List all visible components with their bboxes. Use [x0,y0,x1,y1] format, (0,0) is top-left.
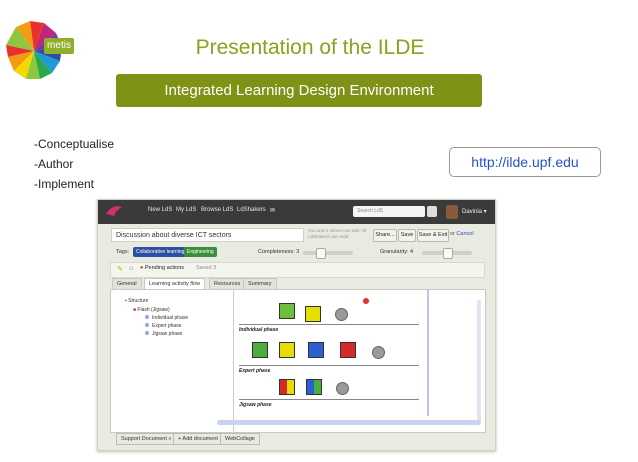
jigsaw-piece[interactable] [252,342,268,358]
end-node[interactable] [372,346,385,359]
share-button[interactable]: Share... [373,229,397,242]
tree-phase-label: Expert phase [152,323,182,329]
ilde-url-link[interactable]: http://ilde.upf.edu [449,147,601,177]
bullet-item: -Implement [34,177,95,191]
pattern-icon: ■ [133,307,137,313]
phase-icon [145,323,149,327]
bullet-list: -Conceptualise -Author -Implement [34,134,114,194]
jigsaw-piece[interactable] [305,306,321,322]
structure-tree: ▪ Structure ■ Flash (Jigsaw) Individual … [111,290,234,432]
bullet-item: -Author [34,157,74,171]
tree-item-structure[interactable]: ▪ Structure [125,298,148,304]
nav-ldshakers[interactable]: LdShakers [237,207,266,213]
phase-icon [145,315,149,319]
granularity-value: 4 [409,249,414,255]
ilde-logo-icon[interactable] [104,204,124,218]
tree-root-label: Structure [128,298,149,304]
alert-icon: ● [140,265,144,271]
search-input[interactable]: Search LdS [353,206,425,217]
tree-item-phase[interactable]: Expert phase [145,323,181,329]
logo-text: metis [44,38,74,54]
completeness-label: Completeness: 3 [258,249,299,255]
pending-actions-label: Pending actions [144,265,184,271]
tags-label: Tags: [116,249,130,255]
edit-permissions-note: You and 2 others can edit. All LdShakers… [308,228,367,239]
lane-label-expert: Expert phase [239,368,271,374]
search-icon[interactable] [427,206,437,217]
or-text: or [450,231,455,237]
tree-item-phase[interactable]: Jigsaw phase [145,331,182,337]
bullet-item: -Conceptualise [34,137,115,151]
horizontal-scrollbar[interactable] [217,420,481,425]
support-document-button[interactable]: Support Document » [116,433,177,445]
granularity-text: Granularity: [380,249,409,255]
granularity-slider-handle[interactable] [443,248,453,259]
tree-item-phase[interactable]: Individual phase [145,315,188,321]
lds-title-field[interactable]: Discussion about diverse ICT sectors [111,228,304,242]
tag-collaborative-learning[interactable]: Collaborative learning [133,247,188,257]
lane-line [239,324,419,325]
cancel-link[interactable]: Cancel [456,231,473,237]
user-menu[interactable]: Davinia ▾ [462,208,487,215]
delete-icon[interactable] [363,298,369,304]
webcollage-button[interactable]: WebCollage [220,433,260,445]
tag-icon[interactable]: ⌂ [129,265,133,272]
cancel-group: or Cancel [450,231,474,237]
pending-actions[interactable]: ● Pending actions [140,265,184,271]
phase-icon [145,331,149,335]
lane-label-jigsaw: Jigsaw phase [239,402,272,408]
user-name: Davinia [462,209,483,215]
design-workspace: ▪ Structure ■ Flash (Jigsaw) Individual … [110,289,486,433]
avatar[interactable] [446,205,458,219]
completeness-value: 3 [296,249,300,255]
jigsaw-piece[interactable] [279,342,295,358]
end-node[interactable] [335,308,348,321]
nav-new-lds[interactable]: New LdS [148,207,172,213]
lane-line [239,399,419,400]
completeness-text: Completeness: [258,249,295,255]
jigsaw-piece[interactable] [308,342,324,358]
tree-item-flash-jigsaw[interactable]: ■ Flash (Jigsaw) [133,307,170,313]
pencil-icon[interactable]: ✎ [117,265,123,273]
end-node[interactable] [336,382,349,395]
activity-flow-canvas[interactable]: Individual phase Expert phase Jigsaw pha… [234,290,484,432]
add-document-button[interactable]: + Add document [173,433,223,445]
jigsaw-piece[interactable] [279,303,295,319]
slide-subtitle: Integrated Learning Design Environment [116,74,482,107]
jigsaw-piece[interactable] [306,379,322,395]
jigsaw-piece[interactable] [340,342,356,358]
nav-my-lds[interactable]: My LdS [176,207,196,213]
completeness-slider-handle[interactable] [316,248,326,259]
lane-line [239,365,419,366]
jigsaw-piece[interactable] [279,379,295,395]
save-exit-button[interactable]: Save & Exit [417,229,449,242]
slide-title: Presentation of the ILDE [195,36,425,59]
save-button[interactable]: Save [398,229,416,242]
mail-icon[interactable]: ✉ [270,207,275,214]
canvas-divider [427,290,429,416]
tree-phase-label: Individual phase [152,315,189,321]
nav-browse-lds[interactable]: Browse LdS [201,207,233,213]
lane-label-individual: Individual phase [239,327,279,333]
ilde-app-window: New LdS My LdS Browse LdS LdShakers ✉ Se… [97,199,496,451]
completeness-slider[interactable] [303,251,353,255]
granularity-label: Granularity: 4 [380,249,413,255]
tag-engineering[interactable]: Engineering [184,247,217,257]
saved-indicator: Saved 3 [196,265,217,271]
tree-phase-label: Jigsaw phase [152,331,183,337]
app-topbar: New LdS My LdS Browse LdS LdShakers ✉ Se… [98,200,495,224]
tree-child-label: Flash (Jigsaw) [137,307,170,313]
vertical-scrollbar[interactable] [477,300,481,422]
